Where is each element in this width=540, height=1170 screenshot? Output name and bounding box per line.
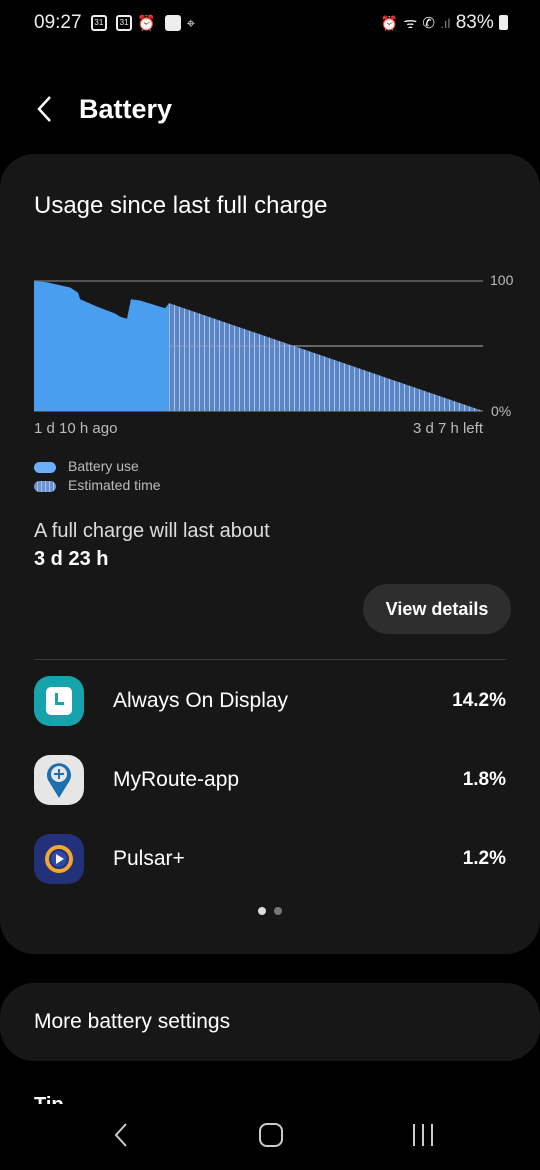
app-percent: 14.2% <box>452 690 506 711</box>
legend-battery-use: Battery use <box>34 458 139 474</box>
page-indicator[interactable] <box>274 907 282 915</box>
estimated-time-area <box>169 303 483 411</box>
calendar-icon: 31 <box>116 14 133 31</box>
wifi-calling-icon: ✆ <box>422 15 435 32</box>
clock-icon <box>34 676 84 726</box>
battery-use-area <box>34 281 170 411</box>
x-label-right: 3 d 7 h left <box>412 420 483 437</box>
status-bar-right: ⏰ ᯤ ✆ .ıl 83% <box>381 12 508 34</box>
nav-home-button[interactable] <box>259 1123 283 1147</box>
location-icon: ⌖ <box>186 15 196 32</box>
nav-back-icon <box>114 1123 127 1147</box>
app-name: MyRoute-app <box>113 768 240 791</box>
view-details-button[interactable]: View details <box>363 584 511 634</box>
app-row-pulsar[interactable]: Pulsar+ 1.2% <box>34 834 506 884</box>
more-battery-settings[interactable]: More battery settings <box>0 983 540 1061</box>
legend-estimated-time: Estimated time <box>34 477 161 493</box>
page-indicator-active[interactable] <box>258 907 266 915</box>
battery-percent: 83% <box>455 12 494 33</box>
x-label-left: 1 d 10 h ago <box>34 420 118 437</box>
map-pin-icon <box>34 755 84 805</box>
image-icon <box>165 14 182 31</box>
divider <box>34 659 506 660</box>
battery-icon <box>499 15 508 31</box>
full-charge-value: 3 d 23 h <box>34 548 109 570</box>
nav-back-button[interactable] <box>108 1120 138 1155</box>
app-row-myroute[interactable]: MyRoute-app 1.8% <box>34 755 506 805</box>
back-arrow-icon <box>37 96 51 122</box>
nav-recents-button[interactable] <box>410 1122 436 1153</box>
alarm-icon: ⏰ <box>137 15 157 32</box>
app-name: Always On Display <box>113 689 289 712</box>
legend-label: Battery use <box>68 458 139 474</box>
alarm-icon: ⏰ <box>380 15 399 31</box>
calendar-icon: 31 <box>90 14 107 31</box>
full-charge-label: A full charge will last about <box>34 520 270 542</box>
y-label-top: 100 <box>490 272 514 288</box>
legend-swatch <box>34 461 56 473</box>
nav-recents-icon <box>413 1124 433 1146</box>
app-percent: 1.2% <box>462 848 506 869</box>
legend-label: Estimated time <box>68 477 161 493</box>
back-button[interactable] <box>30 92 60 126</box>
page-title: Battery <box>79 94 173 124</box>
app-percent: 1.8% <box>462 769 506 790</box>
battery-chart <box>34 280 483 412</box>
wifi-icon: ᯤ <box>403 15 418 32</box>
signal-icon: .ıl <box>440 16 451 31</box>
tips-heading: Tip <box>34 1094 64 1104</box>
play-icon <box>34 834 84 884</box>
app-name: Pulsar+ <box>113 847 185 870</box>
legend-swatch <box>34 480 56 492</box>
usage-card: Usage since last full charge 100 0% 1 d … <box>0 154 540 954</box>
y-label-bottom: 0% <box>491 403 512 419</box>
status-bar-left: 09:27 31 31 ⏰ ⌖ <box>34 12 195 34</box>
clock: 09:27 <box>34 12 82 33</box>
app-row-always-on-display[interactable]: Always On Display 14.2% <box>34 676 506 726</box>
